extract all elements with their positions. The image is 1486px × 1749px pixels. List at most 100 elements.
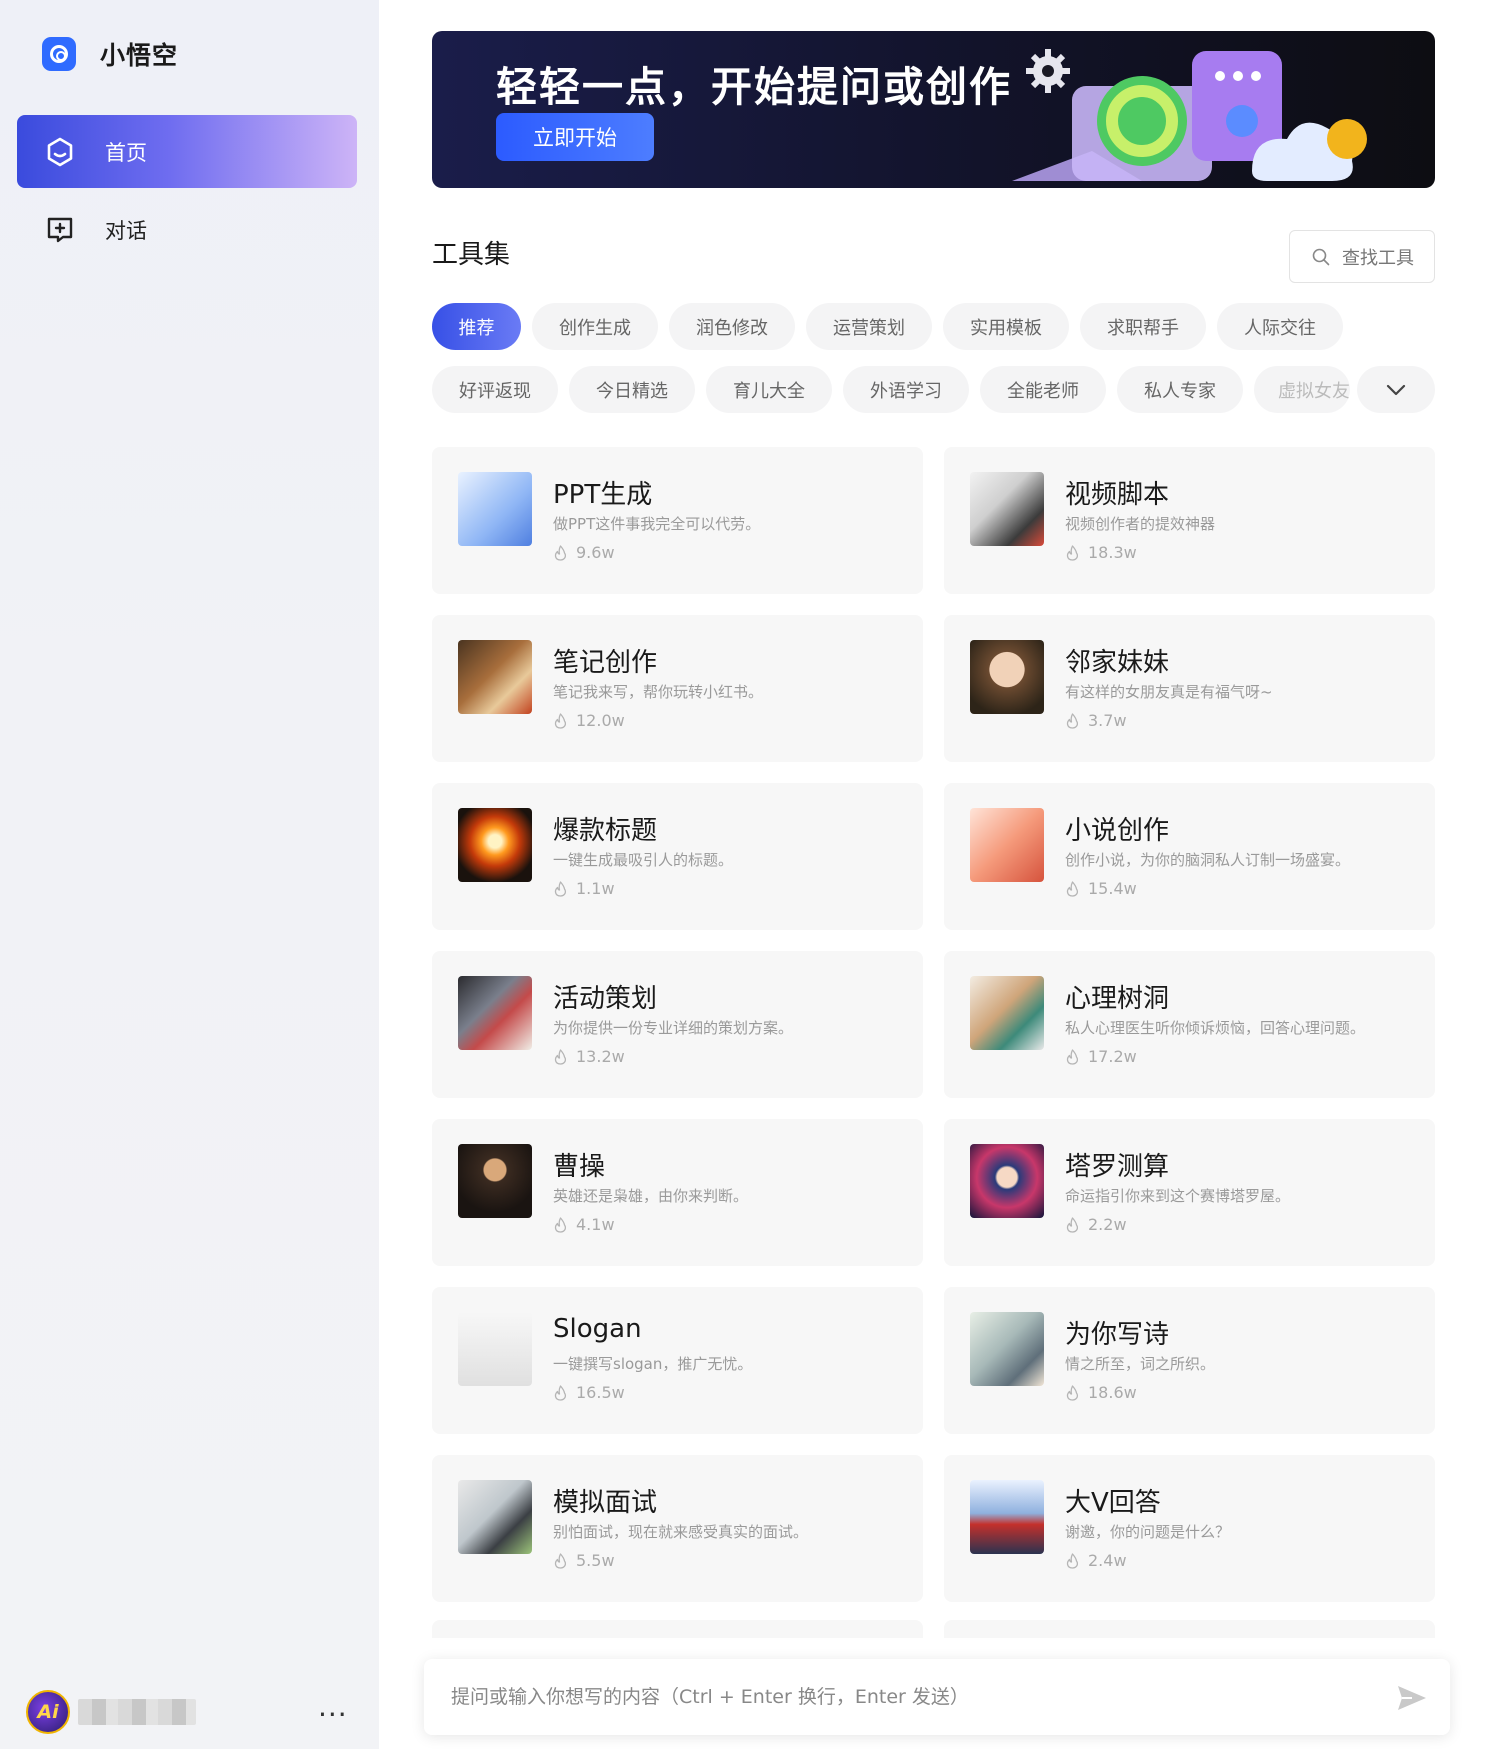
category-chip[interactable]: 润色修改 [669, 303, 795, 350]
category-chip-recommend[interactable]: 推荐 [432, 303, 521, 350]
tool-usage-value: 9.6w [576, 543, 615, 562]
fire-icon [1066, 880, 1079, 897]
category-chip[interactable]: 求职帮手 [1080, 303, 1206, 350]
tool-description: 命运指引你来到这个赛博塔罗屋。 [1065, 1187, 1291, 1205]
prompt-input[interactable] [451, 1686, 1351, 1708]
tool-thumbnail [458, 1312, 532, 1386]
tool-card[interactable]: PPT生成 做PPT这件事我完全可以代劳。 9.6w [432, 447, 923, 594]
tool-usage-value: 5.5w [576, 1551, 615, 1570]
search-placeholder: 查找工具 [1342, 247, 1414, 269]
category-chip[interactable]: 私人专家 [1117, 366, 1243, 413]
fire-icon [1066, 1552, 1079, 1569]
prompt-input-bar [424, 1659, 1450, 1735]
tool-description: 视频创作者的提效神器 [1065, 515, 1216, 533]
tool-card[interactable]: 塔罗测算 命运指引你来到这个赛博塔罗屋。 2.2w [944, 1119, 1435, 1266]
category-chip[interactable]: 创作生成 [532, 303, 658, 350]
tool-description: 英雄还是枭雄，由你来判断。 [553, 1187, 749, 1205]
tool-usage-count: 4.1w [553, 1215, 615, 1234]
main-content: 轻轻一点，开始提问或创作 立即开始 工具集 查找工具 推荐 创作生成 润色修改 … [379, 0, 1486, 1749]
tool-card[interactable]: 邻家妹妹有这样的女朋友真是有福气呀~ 3.7w [944, 615, 1435, 762]
tool-thumbnail [970, 472, 1044, 546]
category-chip[interactable]: 好评返现 [432, 366, 558, 413]
banner-title: 轻轻一点，开始提问或创作 [496, 63, 1012, 111]
tool-usage-value: 4.1w [576, 1215, 615, 1234]
fire-icon [1066, 712, 1079, 729]
tool-card[interactable]: 曹操 英雄还是枭雄，由你来判断。 4.1w [432, 1119, 923, 1266]
tool-usage-value: 18.3w [1088, 543, 1137, 562]
tool-thumbnail [970, 1480, 1044, 1554]
tool-title: 塔罗测算 [1065, 1152, 1170, 1182]
home-hexagon-icon [45, 137, 75, 167]
tool-card-partial[interactable] [432, 1620, 923, 1638]
search-icon [1312, 248, 1330, 265]
tool-card-partial[interactable] [944, 1620, 1435, 1638]
category-chip[interactable]: 人际交往 [1217, 303, 1343, 350]
category-chip[interactable]: 外语学习 [843, 366, 969, 413]
fire-icon [554, 1048, 567, 1065]
tool-description: 情之所至，词之所织。 [1065, 1355, 1216, 1373]
tool-card[interactable]: 笔记创作 笔记我来写，帮你玩转小红书。 12.0w [432, 615, 923, 762]
tool-description: 私人心理医生听你倾诉烦恼，回答心理问题。 [1065, 1019, 1366, 1037]
more-options-button[interactable]: ··· [318, 1698, 348, 1731]
tool-thumbnail [458, 1144, 532, 1218]
tool-card[interactable]: 小说创作 创作小说，为你的脑洞私人订制一场盛宴。 15.4w [944, 783, 1435, 930]
tool-card[interactable]: Slogan 一键撰写slogan，推广无忧。 16.5w [432, 1287, 923, 1434]
tool-thumbnail [458, 808, 532, 882]
expand-categories-button[interactable] [1357, 366, 1435, 413]
tool-thumbnail [458, 640, 532, 714]
tool-usage-count: 16.5w [553, 1383, 625, 1402]
tool-card[interactable]: 心理树洞私人心理医生听你倾诉烦恼，回答心理问题。 17.2w [944, 951, 1435, 1098]
tool-thumbnail [970, 808, 1044, 882]
tool-card[interactable]: 大V回答 谢邀，你的问题是什么？ 2.4w [944, 1455, 1435, 1602]
tool-usage-value: 13.2w [576, 1047, 625, 1066]
category-chip[interactable]: 全能老师 [980, 366, 1106, 413]
tool-description: 创作小说，为你的脑洞私人订制一场盛宴。 [1065, 851, 1351, 869]
tool-card[interactable]: 爆款标题一键生成最吸引人的标题。 1.1w [432, 783, 923, 930]
user-profile[interactable]: Ai [26, 1690, 196, 1734]
tool-usage-count: 2.4w [1065, 1551, 1127, 1570]
gear-icon [1026, 49, 1070, 93]
start-now-button[interactable]: 立即开始 [496, 113, 654, 161]
tool-description: 有这样的女朋友真是有福气呀~ [1065, 683, 1273, 701]
send-icon[interactable] [1396, 1683, 1428, 1713]
tool-usage-value: 3.7w [1088, 711, 1127, 730]
tool-usage-count: 18.6w [1065, 1383, 1137, 1402]
fire-icon [554, 1216, 567, 1233]
tool-search-input[interactable]: 查找工具 [1289, 230, 1435, 283]
tool-title: 大V回答 [1065, 1488, 1161, 1518]
tool-description: 别怕面试，现在就来感受真实的面试。 [553, 1523, 809, 1541]
tool-description: 笔记我来写，帮你玩转小红书。 [553, 683, 764, 701]
sidebar-item-home[interactable]: 首页 [17, 115, 357, 188]
tool-title: 模拟面试 [553, 1488, 658, 1518]
brand[interactable]: 小悟空 [42, 36, 178, 72]
tool-description: 做PPT这件事我完全可以代劳。 [553, 515, 761, 533]
tool-card[interactable]: 模拟面试别怕面试，现在就来感受真实的面试。 5.5w [432, 1455, 923, 1602]
category-chip[interactable]: 育儿大全 [706, 366, 832, 413]
tool-usage-value: 1.1w [576, 879, 615, 898]
tool-usage-count: 15.4w [1065, 879, 1137, 898]
tool-card[interactable]: 活动策划 为你提供一份专业详细的策划方案。 13.2w [432, 951, 923, 1098]
tool-card[interactable]: 视频脚本 视频创作者的提效神器 18.3w [944, 447, 1435, 594]
tool-description: 为你提供一份专业详细的策划方案。 [553, 1019, 794, 1037]
tool-thumbnail [970, 640, 1044, 714]
sidebar-item-chat[interactable]: 对话 [17, 193, 357, 266]
category-chip[interactable]: 运营策划 [806, 303, 932, 350]
tool-usage-value: 2.4w [1088, 1551, 1127, 1570]
tool-thumbnail [970, 976, 1044, 1050]
tool-description: 一键生成最吸引人的标题。 [553, 851, 734, 869]
sidebar: 小悟空 首页 对话 Ai ··· [0, 0, 379, 1749]
category-chip[interactable]: 实用模板 [943, 303, 1069, 350]
tool-card[interactable]: 为你写诗 情之所至，词之所织。 18.6w [944, 1287, 1435, 1434]
category-chip[interactable]: 今日精选 [569, 366, 695, 413]
hero-banner[interactable]: 轻轻一点，开始提问或创作 立即开始 [432, 31, 1435, 188]
chevron-down-icon [1386, 384, 1406, 395]
tool-title: 爆款标题 [553, 816, 658, 846]
category-chip[interactable]: 虚拟女友 [1254, 366, 1350, 413]
tool-title: 心理树洞 [1065, 984, 1170, 1014]
tool-usage-count: 17.2w [1065, 1047, 1137, 1066]
sidebar-item-label: 对话 [105, 218, 147, 243]
tool-usage-count: 18.3w [1065, 543, 1137, 562]
tool-usage-count: 3.7w [1065, 711, 1127, 730]
tool-thumbnail [458, 1480, 532, 1554]
tool-title: 邻家妹妹 [1065, 648, 1170, 678]
